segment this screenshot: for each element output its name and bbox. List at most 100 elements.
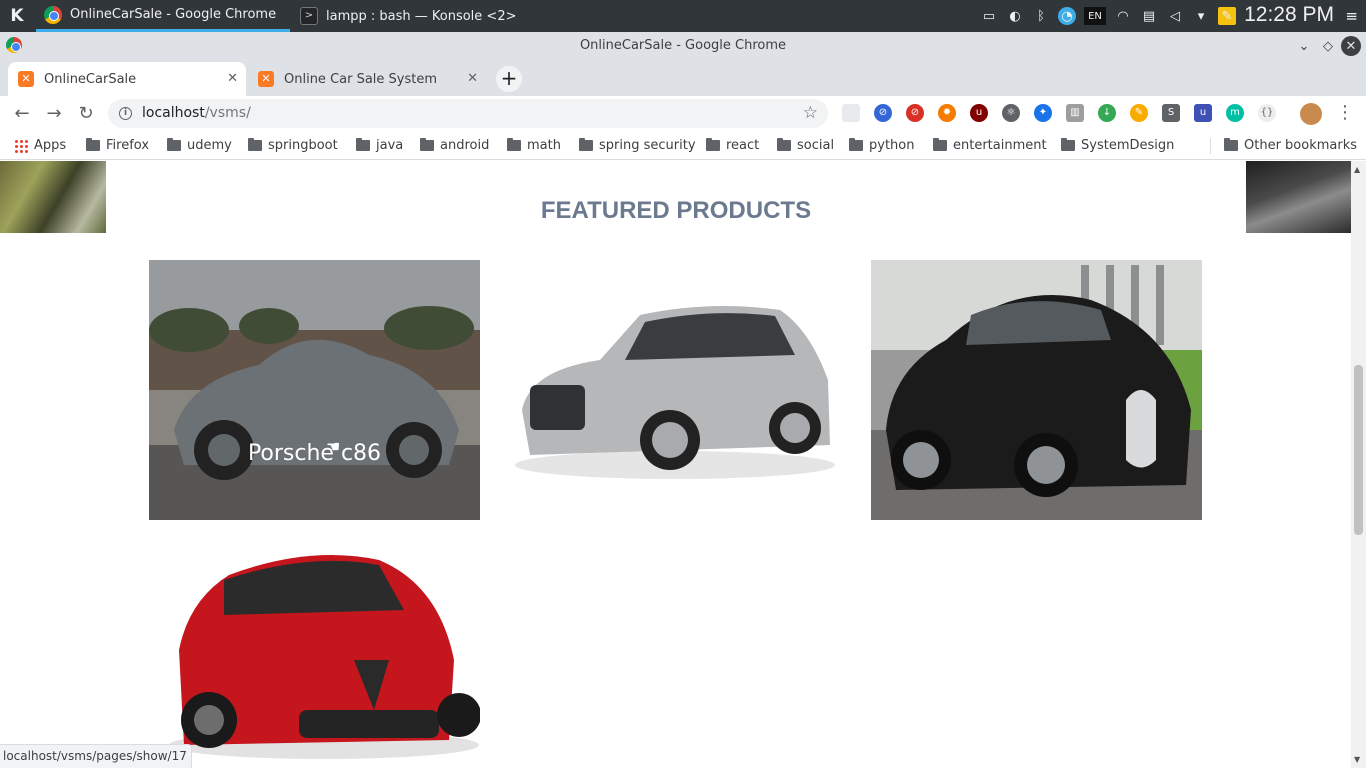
bookmark-apps[interactable]: Apps [14,138,66,153]
extension-m-icon[interactable]: m [1226,104,1244,122]
tab-online-car-sale-system[interactable]: ✕ Online Car Sale System ✕ [248,62,486,96]
close-tab-icon[interactable]: ✕ [227,71,238,86]
featured-products-title: FEATURED PRODUCTS [540,197,812,224]
bookmark-folder[interactable]: SystemDesign [1061,138,1174,153]
hover-overlay [149,260,480,520]
window-titlebar: OnlineCarSale - Google Chrome ⌄ ◇ ✕ [0,32,1366,60]
folder-icon [706,138,720,151]
task-konsole[interactable]: > lampp : bash — Konsole <2> [292,0,546,32]
scrollbar-thumb[interactable] [1354,365,1363,535]
kde-menu-icon[interactable]: K [6,5,28,27]
link-status-bubble: localhost/vsms/pages/show/17 [0,744,192,768]
browser-toolbar: ← → ↻ i localhost/vsms/ ☆ ⊘ ⊘ ✹ u ⚛ ✦ ▥ … [0,96,1366,132]
url-text[interactable]: localhost/vsms/ [142,105,251,121]
xampp-favicon-icon: ✕ [18,71,34,87]
bookmark-folder[interactable]: udemy [167,138,232,153]
expand-arrow-icon[interactable]: ▾ [1192,7,1210,25]
tab-strip: ✕ OnlineCarSale ✕ ✕ Online Car Sale Syst… [0,60,1366,96]
window-title: OnlineCarSale - Google Chrome [579,38,787,53]
bookmark-star-icon[interactable]: ☆ [803,103,818,123]
task-chrome-label: OnlineCarSale - Google Chrome [70,7,277,22]
task-chrome[interactable]: OnlineCarSale - Google Chrome [36,0,290,32]
battery-icon[interactable]: ▭ [980,7,998,25]
extension-u-icon[interactable]: u [1194,104,1212,122]
product-image [149,540,480,768]
bookmark-folder[interactable]: spring security [579,138,696,153]
product-image [871,260,1202,520]
panel-menu-icon[interactable]: ≡ [1345,7,1358,25]
bookmark-folder[interactable]: springboot [248,138,338,153]
folder-icon [1224,138,1238,151]
chrome-menu-icon[interactable]: ⋮ [1336,102,1354,123]
product-card[interactable] [149,540,480,768]
minimize-icon[interactable]: ⌄ [1294,36,1314,56]
bookmark-folder[interactable]: android [420,138,489,153]
system-taskbar: K OnlineCarSale - Google Chrome > lampp … [0,0,1366,32]
product-card[interactable]: Porsche c86 ☚ [149,260,480,520]
reload-icon[interactable]: ↻ [74,102,98,126]
bookmark-folder[interactable]: Firefox [86,138,149,153]
ublock-icon[interactable]: u [970,104,988,122]
product-name[interactable]: Porsche c86 [149,441,480,466]
bookmark-folder[interactable]: react [706,138,759,153]
bookmarks-bar: Apps Firefox udemy springboot java andro… [0,132,1366,160]
download-extension-icon[interactable]: ↓ [1098,104,1116,122]
bookmarks-divider [1210,138,1211,154]
keyboard-layout-icon[interactable]: EN [1084,7,1106,25]
bluetooth-icon[interactable]: ᛒ [1032,7,1050,25]
network-status-icon[interactable]: ◔ [1058,7,1076,25]
bookmark-folder[interactable]: social [777,138,834,153]
volume-icon[interactable]: ◁ [1166,7,1184,25]
extension-placeholder-icon[interactable] [842,104,860,122]
product-image [510,260,841,520]
xampp-favicon-icon: ✕ [258,71,274,87]
extension-printer-icon[interactable]: ▥ [1066,104,1084,122]
extension-orange-icon[interactable]: ✹ [938,104,956,122]
maximize-icon[interactable]: ◇ [1318,36,1338,56]
chrome-icon [44,5,62,24]
product-card[interactable] [871,260,1202,520]
folder-icon [579,138,593,151]
profile-avatar[interactable] [1300,103,1322,125]
tab-label: OnlineCarSale [44,71,137,87]
clock[interactable]: 12:28 PM [1244,3,1334,27]
close-window-icon[interactable]: ✕ [1341,36,1361,56]
folder-icon [777,138,791,151]
bookmark-folder[interactable]: entertainment [933,138,1047,153]
bookmark-other[interactable]: Other bookmarks [1224,138,1357,153]
folder-icon [86,138,100,151]
tab-onlinecarsale[interactable]: ✕ OnlineCarSale ✕ [8,62,246,96]
folder-icon [933,138,947,151]
clipboard-icon[interactable]: ▤ [1140,7,1158,25]
bookmark-folder[interactable]: python [849,138,914,153]
bookmark-folder[interactable]: java [356,138,403,153]
react-devtools-icon[interactable]: ⚛ [1002,104,1020,122]
hand-cursor-icon: ☚ [326,437,341,456]
page-viewport[interactable]: FEATURED PRODUCTS Porsche c86 ☚ [0,161,1351,768]
info-icon[interactable]: i [119,107,132,120]
wifi-icon[interactable]: ◠ [1114,7,1132,25]
folder-icon [507,138,521,151]
tray-app-icon[interactable]: ◐ [1006,7,1024,25]
new-tab-button[interactable]: + [496,66,522,92]
product-card[interactable] [510,260,841,520]
folder-icon [356,138,370,151]
bookmark-folder[interactable]: math [507,138,561,153]
featured-header-box: FEATURED PRODUCTS [106,161,1246,233]
back-arrow-icon[interactable]: ← [10,102,34,126]
extension-blocker-icon[interactable]: ⊘ [874,104,892,122]
folder-icon [420,138,434,151]
extension-s-icon[interactable]: S [1162,104,1180,122]
extension-red-icon[interactable]: ⊘ [906,104,924,122]
close-tab-icon[interactable]: ✕ [467,71,478,86]
forward-arrow-icon[interactable]: → [42,102,66,126]
apps-grid-icon [14,138,28,153]
scroll-down-arrow-icon[interactable]: ▼ [1354,755,1360,764]
scroll-up-arrow-icon[interactable]: ▲ [1354,165,1360,174]
json-viewer-icon[interactable]: {} [1258,104,1276,122]
extension-blue-icon[interactable]: ✦ [1034,104,1052,122]
page-scrollbar[interactable]: ▲ ▼ [1351,161,1366,768]
address-bar[interactable]: i localhost/vsms/ ☆ [108,99,828,128]
notes-icon[interactable]: ✎ [1218,7,1236,25]
extension-yellow-icon[interactable]: ✎ [1130,104,1148,122]
